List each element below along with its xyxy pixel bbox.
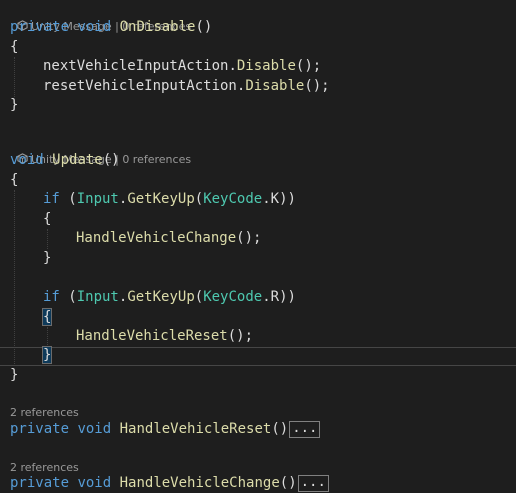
code-line-brace-close[interactable]: } [43, 249, 51, 268]
brace: } [43, 250, 52, 266]
type-name: KeyCode [203, 191, 263, 207]
code-line-brace-close[interactable]: } [10, 96, 18, 115]
codelens-update[interactable]: Unity Message | 0 references [10, 136, 191, 166]
keyword-if: if [43, 289, 60, 305]
paren: )) [279, 289, 296, 305]
method-name: HandleVehicleReset [119, 421, 272, 437]
code-line-brace-open[interactable]: { [10, 171, 18, 190]
method-call: Disable [245, 78, 305, 94]
code-line-disable-reset[interactable]: resetVehicleInputAction.Disable(); [43, 77, 330, 96]
dot: . [262, 289, 271, 305]
call-end: (); [227, 328, 254, 344]
collapsed-region-button[interactable]: ... [297, 475, 329, 492]
brace: { [10, 172, 19, 188]
call-end: (); [295, 58, 322, 74]
code-line-handle-change-call[interactable]: HandleVehicleChange(); [76, 229, 261, 248]
codelens-references[interactable]: 2 references [10, 461, 79, 474]
method-name: Update [52, 152, 103, 168]
keyword-void: void [77, 475, 112, 491]
dot: . [262, 191, 271, 207]
code-line-update-signature[interactable]: void Update() [10, 151, 120, 170]
code-line-handle-change-signature[interactable]: private void HandleVehicleChange()... [10, 474, 329, 493]
paren: ( [59, 289, 77, 305]
method-name: HandleVehicleChange [119, 475, 280, 491]
code-line-if-k[interactable]: if (Input.GetKeyUp(KeyCode.K)) [43, 190, 296, 209]
keyword-void: void [77, 421, 112, 437]
type-name: KeyCode [203, 289, 263, 305]
paren: ( [59, 191, 77, 207]
identifier: R [270, 289, 280, 305]
method-call: GetKeyUp [127, 191, 195, 207]
brace: { [10, 39, 19, 55]
code-line-handle-reset-signature[interactable]: private void HandleVehicleReset()... [10, 420, 321, 439]
method-name: OnDisable [119, 19, 196, 35]
parens: () [279, 475, 297, 491]
matched-brace: } [41, 346, 53, 364]
keyword-void: void [10, 152, 44, 168]
codelens-references[interactable]: 0 references [122, 153, 191, 166]
parens: () [195, 19, 213, 35]
type-name: Input [76, 191, 119, 207]
code-line-ondisable-signature[interactable]: private void OnDisable() [10, 18, 212, 37]
indent-guide [14, 190, 15, 366]
codelens-ondisable[interactable]: Unity Message | 0 references [10, 3, 191, 33]
parens: () [102, 152, 120, 168]
code-line-disable-next[interactable]: nextVehicleInputAction.Disable(); [43, 57, 321, 76]
codelens-references[interactable]: 2 references [10, 406, 79, 419]
current-line-highlight [0, 347, 516, 366]
method-call: HandleVehicleReset [76, 328, 228, 344]
codelens-handle-reset[interactable]: 2 references [10, 405, 79, 421]
method-call: Disable [236, 58, 296, 74]
code-line-brace-open[interactable]: { [43, 210, 51, 229]
indent-guide [47, 327, 48, 347]
paren: )) [279, 191, 296, 207]
identifier: nextVehicleInputAction [43, 58, 229, 74]
code-line-brace-open[interactable]: { [10, 38, 18, 57]
call-end: (); [304, 78, 330, 94]
code-line-handle-reset-call[interactable]: HandleVehicleReset(); [76, 327, 253, 346]
text-caret [51, 346, 53, 362]
method-call: HandleVehicleChange [76, 230, 237, 246]
keyword-void: void [77, 19, 112, 35]
keyword-private: private [10, 421, 70, 437]
indent-guide [47, 229, 48, 249]
code-line-brace-close-current[interactable]: } [41, 346, 53, 365]
identifier: K [270, 191, 280, 207]
brace: { [43, 211, 52, 227]
keyword-private: private [10, 19, 70, 35]
dot: . [228, 58, 237, 74]
code-line-if-r[interactable]: if (Input.GetKeyUp(KeyCode.R)) [43, 288, 296, 307]
brace: } [10, 367, 19, 383]
method-call: GetKeyUp [127, 289, 195, 305]
type-name: Input [76, 289, 119, 305]
keyword-private: private [10, 475, 70, 491]
call-end: (); [236, 230, 262, 246]
indent-guide [14, 57, 15, 97]
identifier: resetVehicleInputAction [43, 78, 237, 94]
code-line-brace-open[interactable]: { [41, 308, 53, 327]
matched-brace: { [41, 308, 53, 326]
parens: () [271, 421, 289, 437]
keyword-if: if [43, 191, 60, 207]
collapsed-region-button[interactable]: ... [289, 421, 321, 438]
code-line-brace-close[interactable]: } [10, 366, 18, 385]
brace: } [10, 97, 19, 113]
